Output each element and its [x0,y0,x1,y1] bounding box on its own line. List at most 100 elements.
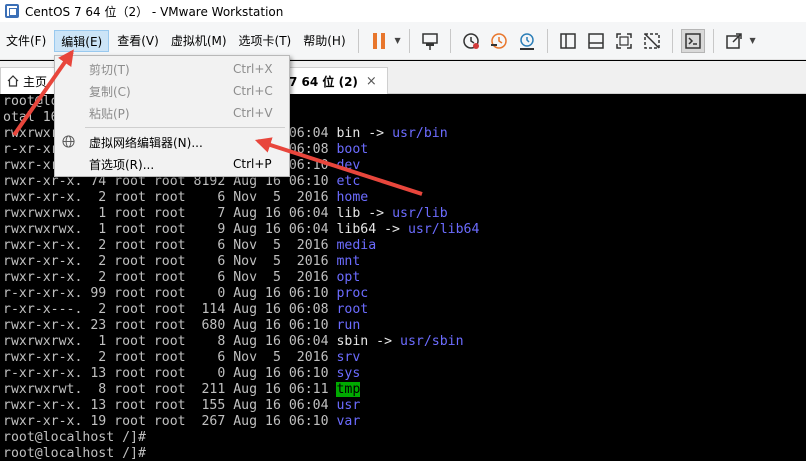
menu-item-copy[interactable]: 复制(C) Ctrl+C [55,80,289,102]
terminal-line-text: rwxr-xr-x. 23 root root 680 Aug 16 06:10 [3,318,337,333]
unity-button[interactable] [640,29,664,53]
unity-icon [643,32,660,49]
terminal-line-text: r-xr-xr-x. 13 root root 0 Aug 16 06:10 [3,366,337,381]
send-keys-icon [421,32,438,50]
terminal-link-target: usr/sbin [400,334,464,349]
terminal-line-text: root@localhost /]# [3,446,146,461]
terminal-entry-name: lib64 [336,222,377,237]
menu-item-preferences-label: 首选项(R)... [89,157,155,172]
terminal-line: rwxr-xr-x. 23 root root 680 Aug 16 06:10… [3,318,360,334]
console-view-button[interactable] [680,28,705,53]
menu-item-preferences[interactable]: 首选项(R)... Ctrl+P [55,153,289,175]
vmware-app-icon [5,4,19,18]
terminal-entry-name: srv [336,350,361,365]
pause-button[interactable] [367,29,391,53]
terminal-link-target: usr/lib [392,206,448,221]
terminal-line: rwxrwxrwx. 1 root root 8 Aug 16 06:04 sb… [3,334,464,350]
menu-item-copy-label: 复制(C) [89,84,131,99]
menu-edit[interactable]: 编辑(E) [54,29,110,52]
menu-vm[interactable]: 虚拟机(M) [165,22,233,60]
snapshot-manager-button[interactable] [515,29,539,53]
menu-item-copy-shortcut: Ctrl+C [233,84,273,98]
terminal-line: rwxr-xr-x. 2 root root 6 Nov 5 2016 opt [3,270,360,286]
pause-dropdown-caret[interactable]: ▼ [393,36,403,45]
show-library-button[interactable] [556,29,580,53]
console-icon [684,32,701,49]
toolbar-separator [408,28,410,53]
send-ctrl-alt-del-button[interactable] [418,29,442,53]
terminal-line-text: rwxr-xr-x. 2 root root 6 Nov 5 2016 [3,270,337,285]
terminal-entry-name: mnt [336,254,361,269]
terminal-line: root@localhost /]# [3,430,146,446]
terminal-line: r-xr-xr-x. 99 root root 0 Aug 16 06:10 p… [3,286,368,302]
terminal-line: r-xr-xr-x. 13 root root 0 Aug 16 06:10 s… [3,366,360,382]
terminal-line: rwxr-xr-x. 19 root root 267 Aug 16 06:10… [3,414,360,430]
terminal-entry-name: usr [336,398,361,413]
terminal-link-target: usr/lib64 [407,222,480,237]
terminal-line: root@localhost /]# [3,446,146,461]
toolbar-separator [546,28,548,53]
terminal-line-text: rwxrwxrwt. 8 root root 211 Aug 16 06:11 [3,382,337,397]
terminal-line: rwxr-xr-x. 2 root root 6 Nov 5 2016 medi… [3,238,376,254]
sidebar-icon [559,32,576,49]
menu-tabs[interactable]: 选项卡(T) [233,22,298,60]
pause-icon [372,32,385,49]
terminal-link-arrow: -> [360,126,393,141]
title-bar: CentOS 7 64 位（2） - VMware Workstation [0,0,806,22]
tab-home[interactable]: 主页 [0,67,60,94]
terminal-entry-name: sys [336,366,361,381]
terminal-line-text: rwxr-xr-x. 2 root root 6 Nov 5 2016 [3,238,337,253]
terminal-line-text: rwxrwxrwx. 1 root root 7 Aug 16 06:04 [3,206,337,221]
menu-item-cut[interactable]: 剪切(T) Ctrl+X [55,58,289,80]
menu-item-virtual-network-editor-label: 虚拟网络编辑器(N)... [89,135,203,150]
snapshot-manager-icon [519,32,534,50]
terminal-entry-name: home [336,190,369,205]
revert-snapshot-button[interactable] [487,29,511,53]
snapshot-icon [462,32,479,49]
terminal-link-target: usr/bin [392,126,448,141]
terminal-line-text: rwxr-xr-x. 19 root root 267 Aug 16 06:10 [3,414,337,429]
tab-vm-label: 7 64 位 (2) [289,74,358,89]
terminal-line-text: r-xr-xr-x. 99 root root 0 Aug 16 06:10 [3,286,337,301]
window-title: CentOS 7 64 位（2） - VMware Workstation [25,4,284,19]
terminal-entry-name: etc [336,174,361,189]
terminal-line-text: rwxrwxrwx. 1 root root 8 Aug 16 06:04 [3,334,337,349]
menu-file[interactable]: 文件(F) [0,22,52,60]
toolbar-separator [671,28,673,53]
stretch-guest-button[interactable] [722,29,746,53]
stretch-dropdown-caret[interactable]: ▼ [748,36,758,45]
take-snapshot-button[interactable] [459,29,483,53]
menu-item-cut-label: 剪切(T) [89,62,130,77]
terminal-entry-name: boot [336,142,369,157]
terminal-line: rwxr-xr-x. 2 root root 6 Nov 5 2016 mnt [3,254,360,270]
globe-icon [62,135,75,148]
tab-centos-vm[interactable]: 7 64 位 (2) × [286,67,388,94]
stretch-icon [725,32,742,49]
terminal-line: rwxr-xr-x. 2 root root 6 Nov 5 2016 home [3,190,368,206]
fullscreen-button[interactable] [612,29,636,53]
terminal-entry-name: tmp [336,382,361,397]
fullscreen-icon [615,32,632,49]
thumbnail-icon [587,32,604,49]
terminal-line: rwxrwxrwx. 1 root root 9 Aug 16 06:04 li… [3,222,479,238]
tab-close-icon[interactable]: × [366,74,377,89]
terminal-line-text: rwxr-xr-x. 2 root root 6 Nov 5 2016 [3,190,337,205]
menu-item-paste-shortcut: Ctrl+V [233,106,273,120]
menu-item-preferences-shortcut: Ctrl+P [233,157,272,171]
terminal-line: rwxrwxrwx. 1 root root 7 Aug 16 06:04 li… [3,206,448,222]
terminal-link-arrow: -> [376,222,408,237]
show-thumbnail-button[interactable] [584,29,608,53]
terminal-entry-name: sbin [336,334,369,349]
toolbar-separator [449,28,451,53]
tab-home-label: 主页 [23,74,48,89]
terminal-line-text: rwxr-xr-x. 13 root root 155 Aug 16 06:04 [3,398,337,413]
menu-item-virtual-network-editor[interactable]: 虚拟网络编辑器(N)... [55,131,289,153]
terminal-entry-name: root [336,302,369,317]
menu-view[interactable]: 查看(V) [111,22,165,60]
menu-item-paste[interactable]: 粘贴(P) Ctrl+V [55,102,289,124]
terminal-entry-name: lib [336,206,361,221]
menu-help[interactable]: 帮助(H) [297,22,351,60]
revert-snapshot-icon [490,32,507,49]
edit-menu-dropdown: 剪切(T) Ctrl+X 复制(C) Ctrl+C 粘贴(P) Ctrl+V 虚… [54,55,290,177]
terminal-line: rwxrwxrwt. 8 root root 211 Aug 16 06:11 … [3,382,361,398]
